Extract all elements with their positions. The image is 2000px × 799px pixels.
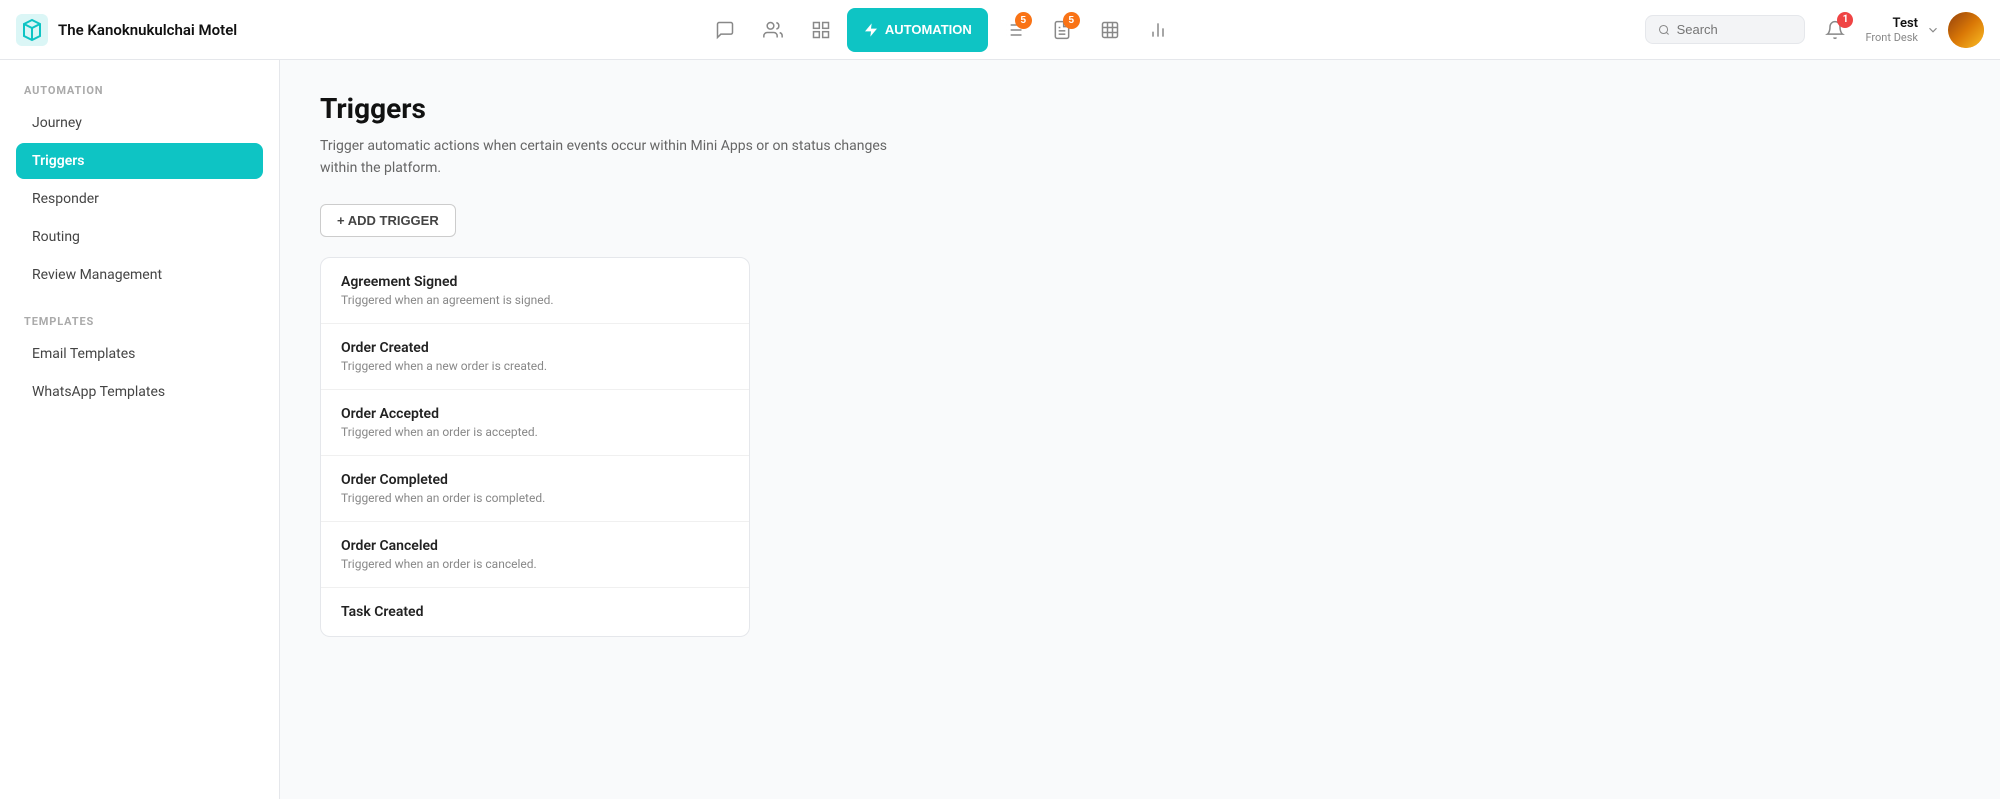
brand-name: The Kanoknukulchai Motel	[58, 21, 237, 39]
trigger-name: Task Created	[341, 604, 729, 620]
sidebar-item-email-templates-label: Email Templates	[32, 346, 135, 362]
trigger-name: Order Canceled	[341, 538, 729, 554]
sidebar-item-whatsapp-templates-label: WhatsApp Templates	[32, 384, 165, 400]
sidebar-item-review-management[interactable]: Review Management	[16, 257, 263, 293]
avatar	[1948, 12, 1984, 48]
trigger-description: Triggered when an order is accepted.	[341, 425, 729, 439]
trigger-description: Triggered when an order is completed.	[341, 491, 729, 505]
triggers-list: Agreement Signed Triggered when an agreem…	[320, 257, 750, 637]
sidebar-section-templates: TEMPLATES	[16, 315, 263, 328]
trigger-name: Order Created	[341, 340, 729, 356]
trigger-description: Triggered when an agreement is signed.	[341, 293, 729, 307]
sidebar-item-review-management-label: Review Management	[32, 267, 162, 283]
notifications-button[interactable]: 1	[1817, 12, 1853, 48]
search-box[interactable]	[1645, 15, 1805, 44]
add-trigger-button[interactable]: + ADD TRIGGER	[320, 204, 456, 237]
sidebar: AUTOMATION Journey Triggers Responder Ro…	[0, 60, 280, 799]
trigger-description: Triggered when an order is canceled.	[341, 557, 729, 571]
brand-logo-icon	[16, 14, 48, 46]
sidebar-item-journey[interactable]: Journey	[16, 105, 263, 141]
nav-list2-button[interactable]: 5	[1040, 8, 1084, 52]
trigger-list-item[interactable]: Order Canceled Triggered when an order is…	[321, 522, 749, 588]
automation-label: AUTOMATION	[885, 22, 972, 37]
nav-right-area: 1 Test Front Desk	[1645, 12, 1984, 48]
sidebar-section-automation: AUTOMATION	[16, 84, 263, 97]
sidebar-item-journey-label: Journey	[32, 115, 82, 131]
search-input[interactable]	[1677, 22, 1793, 37]
sidebar-item-whatsapp-templates[interactable]: WhatsApp Templates	[16, 374, 263, 410]
trigger-name: Order Accepted	[341, 406, 729, 422]
chevron-down-icon	[1926, 23, 1940, 37]
sidebar-item-triggers-label: Triggers	[32, 153, 85, 169]
trigger-name: Order Completed	[341, 472, 729, 488]
trigger-name: Agreement Signed	[341, 274, 729, 290]
user-info: Test Front Desk	[1865, 16, 1918, 44]
nav-list2-badge: 5	[1063, 12, 1080, 29]
trigger-list-item[interactable]: Order Accepted Triggered when an order is…	[321, 390, 749, 456]
top-navigation: The Kanoknukulchai Motel	[0, 0, 2000, 60]
nav-automation-button[interactable]: AUTOMATION	[847, 8, 988, 52]
sidebar-spacer	[16, 295, 263, 315]
nav-analytics-button[interactable]	[1136, 8, 1180, 52]
sidebar-item-routing[interactable]: Routing	[16, 219, 263, 255]
sidebar-item-triggers[interactable]: Triggers	[16, 143, 263, 179]
user-name: Test	[1865, 16, 1918, 31]
add-trigger-label: + ADD TRIGGER	[337, 213, 439, 228]
sidebar-item-email-templates[interactable]: Email Templates	[16, 336, 263, 372]
user-role: Front Desk	[1865, 31, 1918, 44]
sidebar-item-responder[interactable]: Responder	[16, 181, 263, 217]
nav-list1-button[interactable]: 5	[992, 8, 1036, 52]
user-menu[interactable]: Test Front Desk	[1865, 12, 1984, 48]
trigger-list-item[interactable]: Order Completed Triggered when an order i…	[321, 456, 749, 522]
brand-area: The Kanoknukulchai Motel	[16, 14, 237, 46]
page-title: Triggers	[320, 92, 1960, 125]
search-icon	[1658, 23, 1670, 37]
nav-chat-button[interactable]	[703, 8, 747, 52]
trigger-list-item[interactable]: Order Created Triggered when a new order …	[321, 324, 749, 390]
page-description: Trigger automatic actions when certain e…	[320, 135, 920, 180]
notifications-badge: 1	[1837, 12, 1853, 28]
nav-list1-badge: 5	[1015, 12, 1032, 29]
nav-contacts-button[interactable]	[751, 8, 795, 52]
nav-apps-button[interactable]	[799, 8, 843, 52]
page-layout: AUTOMATION Journey Triggers Responder Ro…	[0, 60, 2000, 799]
nav-table-button[interactable]	[1088, 8, 1132, 52]
trigger-list-item[interactable]: Task Created	[321, 588, 749, 636]
main-content: Triggers Trigger automatic actions when …	[280, 60, 2000, 799]
sidebar-item-routing-label: Routing	[32, 229, 80, 245]
sidebar-item-responder-label: Responder	[32, 191, 99, 207]
nav-icons-area: AUTOMATION 5 5	[245, 8, 1637, 52]
trigger-description: Triggered when a new order is created.	[341, 359, 729, 373]
trigger-list-item[interactable]: Agreement Signed Triggered when an agreem…	[321, 258, 749, 324]
